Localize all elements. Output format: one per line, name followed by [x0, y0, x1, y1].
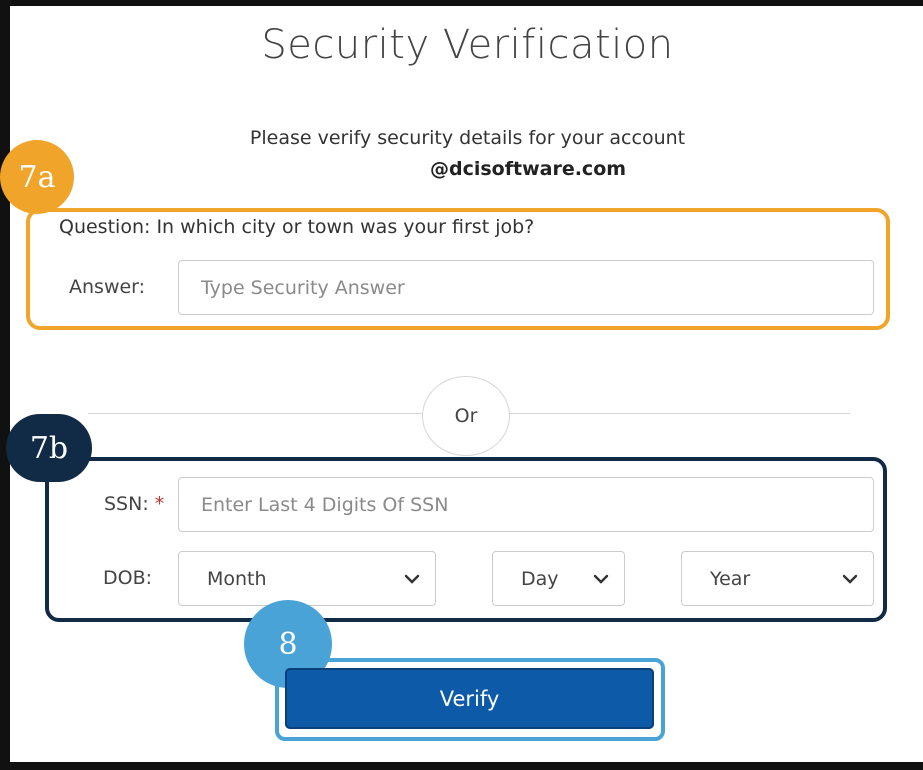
divider-right: [510, 413, 850, 414]
dob-month-value: Month: [207, 567, 267, 590]
dob-day-value: Day: [521, 567, 559, 590]
callout-7b: 7b: [6, 414, 92, 482]
chevron-down-icon: [593, 574, 609, 584]
page-title: Security Verification: [261, 22, 674, 68]
verify-button[interactable]: Verify: [285, 668, 654, 729]
security-answer-input[interactable]: [178, 260, 874, 315]
dob-label: DOB:: [103, 567, 153, 589]
divider-left: [88, 413, 422, 414]
question-label: Question:: [59, 216, 151, 238]
question-text: In which city or town was your first job…: [156, 216, 535, 238]
dob-year-value: Year: [710, 567, 751, 590]
chevron-down-icon: [842, 574, 858, 584]
dob-year-select[interactable]: Year: [681, 551, 874, 606]
or-label: Or: [454, 405, 478, 427]
dob-day-select[interactable]: Day: [492, 551, 625, 606]
page-subtitle: Please verify security details for your …: [249, 127, 686, 149]
chevron-down-icon: [404, 574, 420, 584]
required-asterisk: *: [154, 493, 165, 515]
ssn-label-text: SSN:: [104, 493, 149, 515]
ssn-input[interactable]: [178, 477, 874, 532]
dob-month-select[interactable]: Month: [178, 551, 436, 606]
account-email: @dcisoftware.com: [430, 158, 627, 180]
ssn-label: SSN: *: [104, 493, 164, 515]
security-question: Question: In which city or town was your…: [59, 216, 534, 238]
answer-label: Answer:: [69, 276, 146, 298]
callout-7a: 7a: [0, 140, 74, 214]
or-separator: Or: [422, 376, 510, 456]
